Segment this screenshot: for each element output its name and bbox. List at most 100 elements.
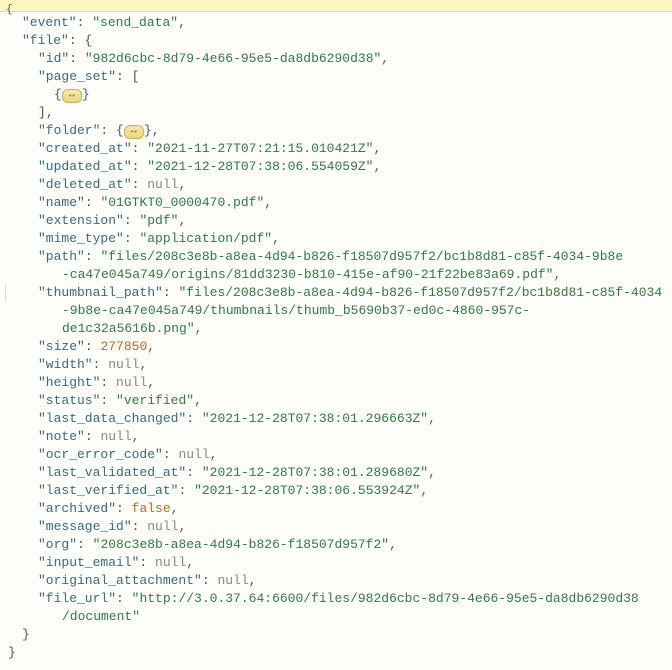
json-line: "mime_type": "application/pdf",: [6, 230, 666, 248]
value-size: 277850: [100, 339, 147, 354]
key-page-set: "page_set": [38, 69, 116, 84]
key-path: "path": [38, 249, 85, 264]
json-line: "last_data_changed": "2021-12-28T07:38:0…: [6, 410, 666, 428]
value-status: "verified": [116, 393, 194, 408]
json-line-wrap: -9b8e-ca47e045a749/thumbnails/thumb_b569…: [6, 302, 666, 338]
json-viewer: "event": "send_data", "file": { "id": "9…: [0, 12, 672, 670]
json-line: "file_url": "http://3.0.37.64:6600/files…: [6, 590, 666, 608]
json-line: "name": "01GTKT0_0000470.pdf",: [6, 194, 666, 212]
key-height: "height": [38, 375, 100, 390]
root-close-brace: }: [6, 644, 666, 662]
key-input-email: "input_email": [38, 555, 139, 570]
json-line: "status": "verified",: [6, 392, 666, 410]
json-line: "archived": false,: [6, 500, 666, 518]
json-line: "input_email": null,: [6, 554, 666, 572]
key-file: "file": [22, 33, 69, 48]
top-highlight-bar: {: [0, 0, 672, 12]
close-bracket: ]: [38, 105, 46, 120]
json-line: "message_id": null,: [6, 518, 666, 536]
json-line: "width": null,: [6, 356, 666, 374]
json-line-collapsed: {↔}: [6, 86, 666, 104]
value-height: null: [116, 375, 147, 390]
key-updated-at: "updated_at": [38, 159, 132, 174]
key-ocr-error: "ocr_error_code": [38, 447, 163, 462]
key-mime-type: "mime_type": [38, 231, 124, 246]
json-line: ],: [6, 104, 666, 122]
value-id: "982d6cbc-8d79-4e66-95e5-da8db6290d38": [85, 51, 381, 66]
value-width: null: [108, 357, 139, 372]
json-line-wrap: /document": [6, 608, 666, 626]
key-width: "width": [38, 357, 93, 372]
key-original-attachment: "original_attachment": [38, 573, 202, 588]
json-line-wrap: -ca47e045a749/origins/81dd3230-b810-415e…: [6, 266, 666, 284]
json-line: "extension": "pdf",: [6, 212, 666, 230]
value-name: "01GTKT0_0000470.pdf": [100, 195, 264, 210]
value-input-email: null: [155, 555, 186, 570]
key-folder: "folder": [38, 123, 100, 138]
key-name: "name": [38, 195, 85, 210]
value-original-attachment: null: [217, 573, 248, 588]
key-thumbnail-path: "thumbnail_path": [38, 285, 163, 300]
json-line: "id": "982d6cbc-8d79-4e66-95e5-da8db6290…: [6, 50, 666, 68]
value-last-validated: "2021-12-28T07:38:01.289680Z": [202, 465, 428, 480]
json-line: }: [6, 626, 666, 644]
value-file-url-1: "http://3.0.37.64:6600/files/982d6cbc-8d…: [132, 591, 639, 606]
value-file-url-2: /document": [62, 609, 140, 624]
root-open-brace: {: [6, 4, 13, 16]
value-event: "send_data": [92, 15, 178, 30]
value-updated-at: "2021-12-28T07:38:06.554059Z": [147, 159, 373, 174]
value-thumbnail-path-1: "files/208c3e8b-a8ea-4d94-b826-f18507d95…: [178, 285, 662, 300]
value-org: "208c3e8b-a8ea-4d94-b826-f18507d957f2": [93, 537, 389, 552]
open-brace: {: [84, 33, 92, 48]
json-line: "deleted_at": null,: [6, 176, 666, 194]
open-bracket: [: [132, 69, 140, 84]
key-id: "id": [38, 51, 69, 66]
value-last-verified: "2021-12-28T07:38:06.553924Z": [194, 483, 420, 498]
json-line: "org": "208c3e8b-a8ea-4d94-b826-f18507d9…: [6, 536, 666, 554]
key-archived: "archived": [38, 501, 116, 516]
json-line: "size": 277850,: [6, 338, 666, 356]
json-line: "updated_at": "2021-12-28T07:38:06.55405…: [6, 158, 666, 176]
key-last-validated: "last_validated_at": [38, 465, 186, 480]
key-event: "event": [22, 15, 77, 30]
json-line: "last_verified_at": "2021-12-28T07:38:06…: [6, 482, 666, 500]
value-note: null: [100, 429, 131, 444]
key-last-data-changed: "last_data_changed": [38, 411, 186, 426]
value-archived: false: [132, 501, 171, 516]
value-extension: "pdf": [139, 213, 178, 228]
expand-icon[interactable]: ↔: [124, 125, 144, 139]
key-created-at: "created_at": [38, 141, 132, 156]
comma: ,: [178, 15, 186, 30]
expand-icon[interactable]: ↔: [62, 89, 82, 103]
json-line: "last_validated_at": "2021-12-28T07:38:0…: [6, 464, 666, 482]
value-message-id: null: [147, 519, 178, 534]
json-line: "created_at": "2021-11-27T07:21:15.01042…: [6, 140, 666, 158]
key-last-verified: "last_verified_at": [38, 483, 178, 498]
key-extension: "extension": [38, 213, 124, 228]
json-line: "thumbnail_path": "files/208c3e8b-a8ea-4…: [5, 284, 666, 302]
json-line: "file": {: [6, 32, 666, 50]
key-status: "status": [38, 393, 100, 408]
colon: :: [77, 15, 85, 30]
json-line: "event": "send_data",: [6, 14, 666, 32]
value-deleted-at: null: [147, 177, 178, 192]
key-message-id: "message_id": [38, 519, 132, 534]
value-ocr-error: null: [178, 447, 209, 462]
key-file-url: "file_url": [38, 591, 116, 606]
value-created-at: "2021-11-27T07:21:15.010421Z": [147, 141, 373, 156]
json-line: "page_set": [: [6, 68, 666, 86]
close-brace-file: }: [22, 627, 30, 642]
value-last-data-changed: "2021-12-28T07:38:01.296663Z": [202, 411, 428, 426]
json-line: "height": null,: [6, 374, 666, 392]
value-path-1: "files/208c3e8b-a8ea-4d94-b826-f18507d95…: [100, 249, 623, 264]
json-line: "original_attachment": null,: [6, 572, 666, 590]
value-path-2: -ca47e045a749/origins/81dd3230-b810-415e…: [62, 267, 553, 282]
key-size: "size": [38, 339, 85, 354]
json-line: "path": "files/208c3e8b-a8ea-4d94-b826-f…: [6, 248, 666, 266]
value-thumbnail-path-2: -9b8e-ca47e045a749/thumbnails/thumb_b569…: [62, 303, 530, 336]
key-org: "org": [38, 537, 77, 552]
json-line: "note": null,: [6, 428, 666, 446]
json-line: "ocr_error_code": null,: [6, 446, 666, 464]
value-mime-type: "application/pdf": [139, 231, 272, 246]
key-deleted-at: "deleted_at": [38, 177, 132, 192]
